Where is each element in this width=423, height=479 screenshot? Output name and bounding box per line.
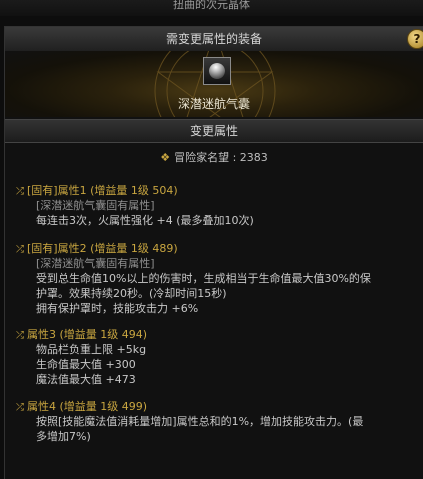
attribute-line: 护罩。效果持续20秒。(冷却时间15秒) [36, 287, 227, 300]
attribute-line: 物品栏负重上限 +5kg [36, 343, 147, 356]
fame-display: ❖ 冒险家名望 : 2383 [5, 149, 423, 165]
window-title: 扭曲的次元晶体 [0, 0, 423, 16]
item-slot[interactable] [203, 57, 231, 85]
shuffle-icon: ⤮ [16, 330, 24, 341]
attribute-1[interactable]: ⤮ [固有]属性1 (增益量 1级 504) [深潜迷航气囊固有属性] 每连击3次… [16, 183, 416, 228]
attribute-source: [深潜迷航气囊固有属性] [36, 257, 155, 270]
attribute-line: 每连击3次，火属性强化 +4 (最多叠加10次) [36, 214, 254, 227]
shuffle-icon: ⤮ [16, 186, 24, 197]
attribute-line: 受到总生命值10%以上的伤害时，生成相当于生命值最大值30%的保 [36, 272, 371, 285]
attribute-title: [固有]属性1 (增益量 1级 504) [27, 184, 178, 197]
panel-header-title: 需变更属性的装备 [165, 32, 262, 46]
item-display-area: 深潜迷航气囊 [5, 51, 423, 117]
attribute-title: 属性3 (增益量 1级 494) [27, 328, 148, 341]
attribute-line: 生命值最大值 +300 [36, 358, 136, 371]
panel-header: 需变更属性的装备 ? [5, 27, 423, 52]
attribute-line: 多增加7%) [36, 430, 91, 443]
attribute-4[interactable]: ⤮ 属性4 (增益量 1级 499) 按照[技能魔法值消耗量增加]属性总和的1%，… [16, 399, 416, 444]
shuffle-icon: ⤮ [16, 244, 24, 255]
attribute-2[interactable]: ⤮ [固有]属性2 (增益量 1级 489) [深潜迷航气囊固有属性] 受到总生命… [16, 241, 416, 316]
attribute-title: [固有]属性2 (增益量 1级 489) [27, 242, 178, 255]
attribute-title: 属性4 (增益量 1级 499) [27, 400, 148, 413]
attribute-line: 按照[技能魔法值消耗量增加]属性总和的1%，增加技能攻击力。(最 [36, 415, 364, 428]
attribute-source: [深潜迷航气囊固有属性] [36, 199, 155, 212]
airbag-item-icon [206, 60, 228, 82]
attribute-line: 魔法值最大值 +473 [36, 373, 136, 386]
section-header: 变更属性 [5, 119, 423, 143]
attribute-line: 拥有保护罩时，技能攻击力 +6% [36, 302, 199, 315]
equipment-panel: 需变更属性的装备 ? 深潜迷航气囊 变更属性 ❖ 冒险家名望 : 2383 ⤮ [固… [4, 26, 423, 479]
shuffle-icon: ⤮ [16, 402, 24, 413]
fame-label: 冒险家名望 : 2383 [174, 151, 268, 164]
attribute-3[interactable]: ⤮ 属性3 (增益量 1级 494) 物品栏负重上限 +5kg 生命值最大值 +3… [16, 327, 416, 387]
fame-icon: ❖ [160, 151, 171, 164]
item-name: 深潜迷航气囊 [177, 97, 250, 111]
help-icon[interactable]: ? [407, 29, 423, 49]
